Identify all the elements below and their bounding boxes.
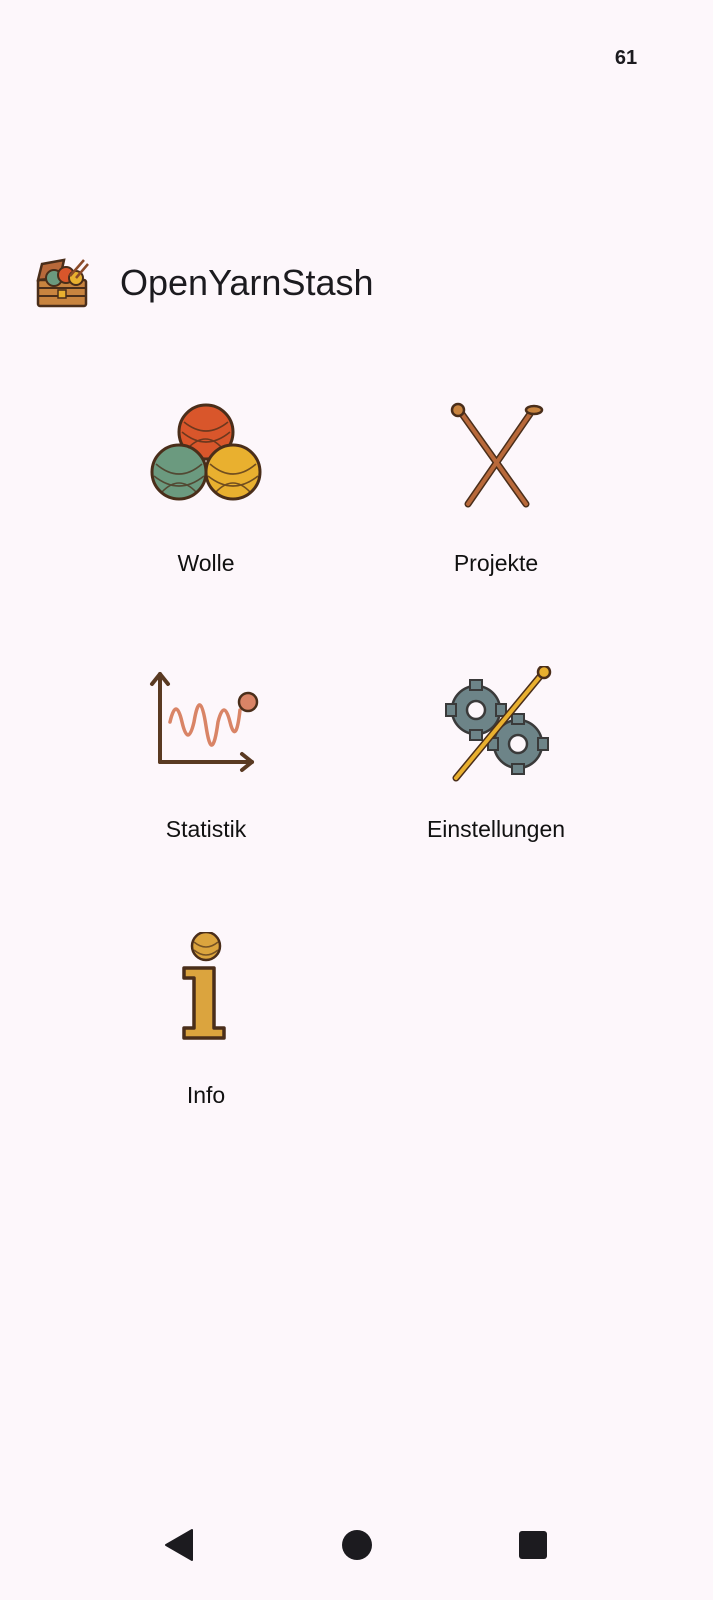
back-icon[interactable] [154, 1520, 204, 1570]
menu-item-info[interactable]: Info [56, 930, 356, 1152]
statistics-chart-icon [144, 666, 268, 790]
treasure-chest-yarn-icon [34, 254, 90, 310]
menu-item-projekte[interactable]: Projekte [346, 400, 646, 620]
menu-item-statistik[interactable]: Statistik [56, 666, 356, 886]
menu-label-projekte: Projekte [453, 550, 539, 576]
app-title: OpenYarnStash [120, 262, 374, 303]
menu-label-info: Info [186, 1082, 226, 1108]
menu-item-wolle[interactable]: Wolle [56, 400, 356, 620]
status-time: 09:18 [62, 42, 124, 69]
battery-icon: 61 [604, 44, 648, 72]
home-icon[interactable] [332, 1520, 382, 1570]
signal-icon [520, 46, 544, 73]
knitting-needles-icon [434, 400, 558, 524]
gears-needle-icon [434, 664, 558, 790]
recents-icon[interactable] [508, 1520, 558, 1570]
wifi-icon [566, 44, 596, 73]
system-navigation-bar [0, 1520, 713, 1600]
info-yarn-icon [144, 930, 268, 1056]
status-bar: 09:18 61 [0, 0, 713, 116]
cloud-icon [138, 46, 162, 69]
menu-label-wolle: Wolle [177, 550, 235, 576]
menu-label-statistik: Statistik [165, 816, 247, 842]
yarn-balls-icon [144, 400, 268, 524]
menu-label-einstellungen: Einstellungen [426, 816, 566, 842]
menu-item-einstellungen[interactable]: Einstellungen [346, 664, 646, 886]
app-bar: OpenYarnStash [0, 244, 713, 324]
